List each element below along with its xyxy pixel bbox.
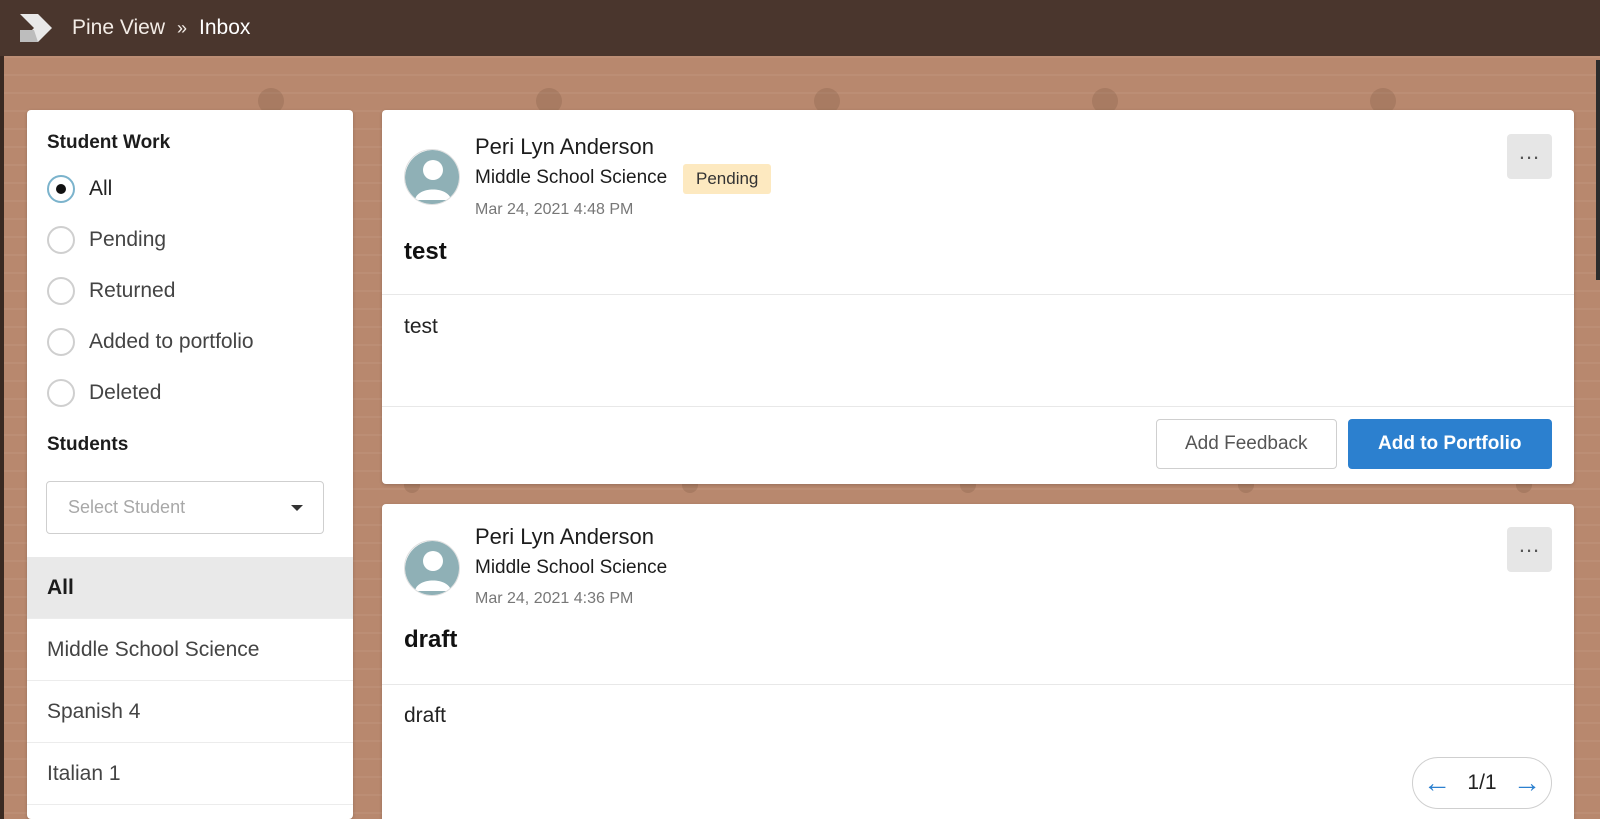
filter-pending[interactable]: Pending	[47, 225, 166, 255]
breadcrumb-site[interactable]: Pine View	[72, 16, 165, 40]
student-select-placeholder: Select Student	[68, 497, 186, 517]
post-title: test	[404, 238, 447, 265]
post-date: Mar 24, 2021 4:48 PM	[475, 201, 634, 218]
pagination: ← 1/1 →	[1412, 757, 1552, 809]
student-name[interactable]: Peri Lyn Anderson	[475, 134, 654, 160]
student-select[interactable]: Select Student	[46, 481, 324, 534]
filter-label: Deleted	[89, 381, 162, 404]
radio-button[interactable]	[47, 226, 75, 254]
scrollbar[interactable]	[1596, 60, 1600, 280]
app-logo-icon[interactable]	[18, 10, 54, 46]
top-bar: Pine View » Inbox	[0, 0, 1600, 56]
filter-label: All	[89, 177, 113, 200]
class-item-spanish-4[interactable]: Spanish 4	[27, 681, 353, 743]
filter-deleted[interactable]: Deleted	[47, 378, 161, 408]
post-card: Peri Lyn Anderson Middle School Science …	[382, 110, 1574, 484]
avatar	[404, 540, 460, 596]
breadcrumb-separator: »	[177, 17, 188, 38]
divider	[382, 684, 1574, 685]
add-to-portfolio-button[interactable]: Add to Portfolio	[1348, 419, 1552, 469]
class-item-all[interactable]: All	[27, 557, 353, 619]
post-body: test	[404, 315, 438, 338]
add-feedback-button[interactable]: Add Feedback	[1156, 419, 1337, 469]
radio-button[interactable]	[47, 277, 75, 305]
student-name[interactable]: Peri Lyn Anderson	[475, 524, 654, 550]
radio-button[interactable]	[47, 328, 75, 356]
filter-added-to-portfolio[interactable]: Added to portfolio	[47, 327, 254, 357]
class-name: Middle School Science	[475, 167, 668, 188]
status-badge: Pending	[683, 164, 772, 194]
avatar	[404, 149, 460, 205]
divider	[382, 406, 1574, 407]
filter-label: Returned	[89, 279, 176, 302]
sidebar: Student Work All Pending Returned Added …	[27, 110, 353, 819]
arrow-right-icon[interactable]: →	[1513, 769, 1541, 797]
more-options-button[interactable]: ...	[1507, 527, 1552, 572]
post-card: Peri Lyn Anderson Middle School Science …	[382, 504, 1574, 819]
filter-label: Added to portfolio	[89, 330, 254, 353]
arrow-left-icon[interactable]: ←	[1423, 769, 1451, 797]
filter-all[interactable]: All	[47, 174, 112, 204]
student-work-heading: Student Work	[47, 132, 171, 153]
caret-down-icon	[291, 505, 303, 511]
user-avatar-icon	[405, 150, 459, 204]
students-heading: Students	[47, 434, 129, 455]
filter-label: Pending	[89, 228, 167, 251]
post-date: Mar 24, 2021 4:36 PM	[475, 590, 634, 607]
class-list: All Middle School Science Spanish 4 Ital…	[27, 557, 353, 805]
user-avatar-icon	[405, 541, 459, 595]
breadcrumb-current: Inbox	[199, 16, 251, 39]
post-body: draft	[404, 704, 447, 727]
ellipsis-icon: ...	[1518, 138, 1541, 164]
filter-returned[interactable]: Returned	[47, 276, 175, 306]
radio-button[interactable]	[47, 379, 75, 407]
radio-button[interactable]	[47, 175, 75, 203]
class-name: Middle School Science	[475, 557, 668, 578]
post-title: draft	[404, 626, 458, 653]
divider	[382, 294, 1574, 295]
class-item-middle-school-science[interactable]: Middle School Science	[27, 619, 353, 681]
breadcrumb: Pine View » Inbox	[72, 0, 250, 56]
class-item-italian-1[interactable]: Italian 1	[27, 743, 353, 805]
more-options-button[interactable]: ...	[1507, 134, 1552, 179]
ellipsis-icon: ...	[1518, 531, 1541, 557]
page-indicator: 1/1	[1467, 771, 1497, 794]
